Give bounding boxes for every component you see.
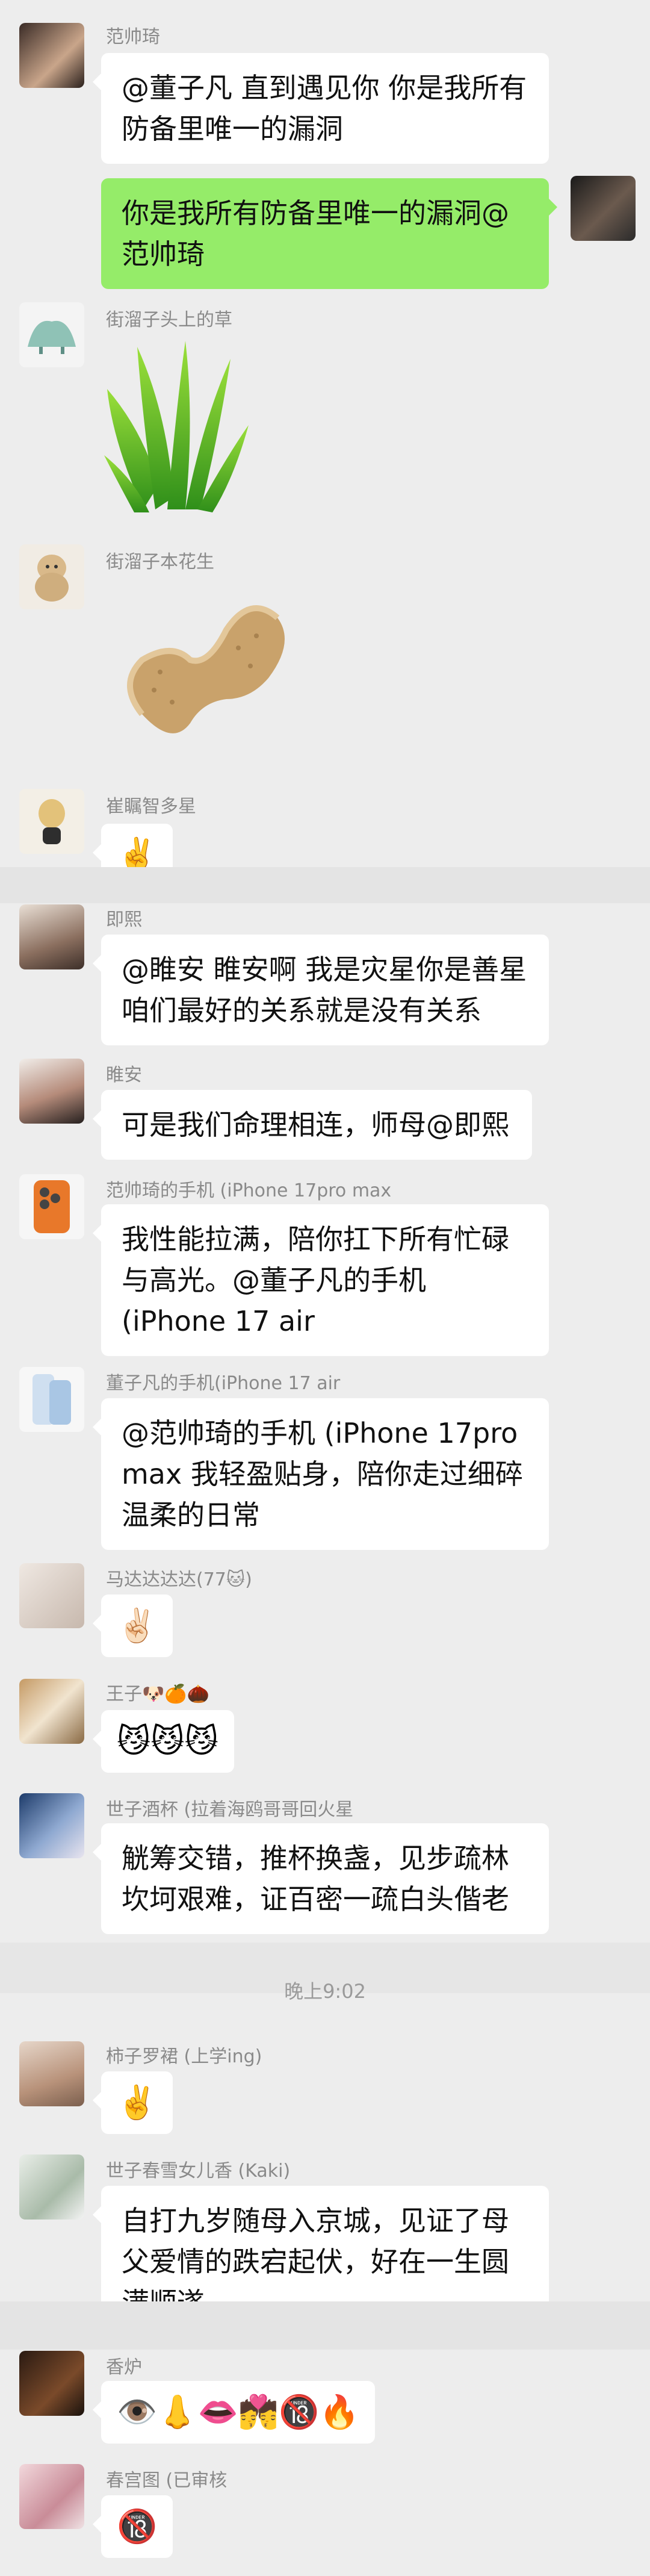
avatar[interactable]	[19, 1367, 84, 1432]
message-bubble[interactable]: 我性能拉满，陪你扛下所有忙碌与高光。@董子凡的手机(iPhone 17 air	[93, 1204, 549, 1356]
sender-name: 柿子罗裙 (上学ing)	[106, 2046, 262, 2067]
message-bubble[interactable]: 可是我们命理相连，师母@即熙	[93, 1090, 532, 1160]
peanut-figure-avatar-icon	[39, 799, 65, 844]
avatar[interactable]	[19, 1679, 84, 1744]
avatar[interactable]	[19, 789, 84, 854]
message-bubble[interactable]: 你是我所有防备里唯一的漏洞@范帅琦	[101, 178, 557, 289]
avatar[interactable]	[19, 302, 84, 367]
sender-name: 街溜子头上的草	[106, 310, 232, 331]
sender-name: 范帅琦	[106, 26, 160, 48]
sender-name: 街溜子本花生	[106, 552, 214, 573]
sender-name: 香炉	[106, 2357, 142, 2378]
avatar[interactable]	[19, 1793, 84, 1858]
avatar[interactable]	[19, 904, 84, 969]
sender-name: 崔瞩智多星	[106, 796, 196, 817]
sender-name: 王子🐶🍊🌰	[106, 1684, 210, 1705]
emoji-bubble[interactable]: ✌️	[92, 2071, 173, 2134]
sender-name: 马达达达达(77🐱)	[106, 1569, 252, 1590]
emoji-bubble[interactable]: 👁️👃👄💏🔞🔥	[92, 2381, 376, 2444]
sender-name: 世子酒杯 (拉着海鸥哥哥回火星	[106, 1799, 354, 1820]
message-bubble[interactable]: 觥筹交错，推杯换盏，见步疏林坎坷艰难，证百密一疏白头偕老	[93, 1823, 549, 1934]
sender-name: 董子凡的手机(iPhone 17 air	[106, 1373, 341, 1394]
avatar[interactable]	[19, 2351, 84, 2416]
avatar[interactable]	[19, 1174, 84, 1239]
avatar[interactable]	[571, 176, 636, 241]
sender-name: 范帅琦的手机 (iPhone 17pro max	[106, 1180, 392, 1201]
avatar[interactable]	[19, 2041, 84, 2106]
emoji-bubble[interactable]: 🔞	[92, 2495, 173, 2558]
avatar[interactable]	[19, 1059, 84, 1124]
avatar[interactable]	[19, 2464, 84, 2529]
message-bubble[interactable]: @睢安 睢安啊 我是灾星你是善星咱们最好的关系就是没有关系	[93, 935, 549, 1045]
avatar[interactable]	[19, 544, 84, 609]
sender-name: 春宫图 (已审核	[106, 2470, 228, 2491]
background-band	[0, 2301, 650, 2350]
avatar[interactable]	[19, 1563, 84, 1628]
timestamp: 晚上9:02	[284, 1980, 366, 2003]
grass-sticker-icon	[104, 341, 249, 512]
phone-blue-avatar-icon	[32, 1374, 71, 1425]
sender-name: 睢安	[106, 1065, 142, 1086]
emoji-bubble[interactable]: ✌🏻	[92, 1594, 173, 1657]
sender-name: 世子春雪女儿香 (Kaki)	[106, 2161, 291, 2182]
peanut-sticker-icon	[127, 605, 285, 733]
phone-orange-avatar-icon	[34, 1180, 70, 1233]
avatar[interactable]	[19, 2154, 84, 2220]
grass-avatar-icon	[28, 320, 76, 354]
sender-name: 即熙	[106, 909, 142, 930]
peanut-avatar-icon	[35, 555, 69, 602]
message-bubble[interactable]: @范帅琦的手机 (iPhone 17pro max 我轻盈贴身，陪你走过细碎温柔…	[93, 1398, 549, 1550]
message-bubble[interactable]: @董子凡 直到遇见你 你是我所有防备里唯一的漏洞	[93, 53, 549, 164]
avatar[interactable]	[19, 23, 84, 88]
emoji-bubble[interactable]: 😼😼😼	[93, 1710, 234, 1773]
background-band	[0, 867, 650, 903]
